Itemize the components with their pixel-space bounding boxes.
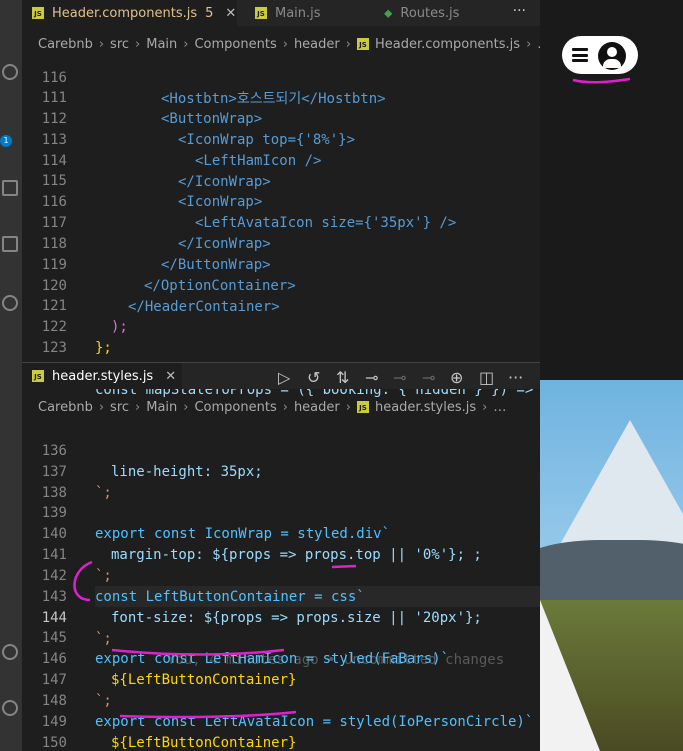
- code-line: 139 export const IconWrap = styled.div`: [22, 482, 540, 542]
- tab-label: header.styles.js: [52, 368, 154, 384]
- tab-label: Header.components.js: [52, 5, 198, 21]
- code-line: 142 const LeftButtonContainer = css`: [22, 545, 540, 605]
- code-line: 140 margin-top: ${props => props.top || …: [22, 503, 540, 563]
- code-line: 118 </ButtonWrap>: [22, 213, 540, 273]
- more-actions-icon[interactable]: ···: [513, 3, 526, 19]
- breadcrumb-item[interactable]: Carebnb: [38, 400, 93, 415]
- code-line: 113 <LeftHamIcon />: [22, 109, 540, 169]
- tab-label: Routes.js: [400, 5, 460, 21]
- code-line: 144 `; You, 4 minutes ago • Uncommitted …: [22, 587, 540, 668]
- code-line: 147 `;: [22, 649, 540, 709]
- code-line: 123: [22, 317, 540, 356]
- run-icon[interactable]: ▷: [278, 368, 290, 387]
- browser-preview: [540, 0, 683, 751]
- breadcrumb-item[interactable]: src: [110, 400, 129, 415]
- previous-change-icon[interactable]: ⊸: [393, 368, 406, 387]
- close-icon[interactable]: ✕: [225, 6, 236, 21]
- tab-header-styles[interactable]: JS header.styles.js ✕: [22, 363, 182, 389]
- code-line: 148 export const LeftAvataIcon = styled(…: [22, 670, 540, 730]
- js-file-icon: JS: [255, 7, 267, 19]
- user-menu-button[interactable]: [562, 36, 638, 74]
- code-line: 136 line-height: 35px;: [22, 420, 540, 480]
- remote-icon[interactable]: [2, 295, 18, 311]
- code-line: 116 <Hostbtn>호스트되기</Hostbtn>: [22, 47, 540, 107]
- more-actions-icon[interactable]: ···: [508, 368, 523, 387]
- extensions-icon[interactable]: [2, 236, 18, 252]
- git-compare-icon[interactable]: ⇅: [336, 368, 349, 387]
- bottom-breadcrumb: Carebnb › src › Main › Components › header › …: [38, 399, 507, 415]
- git-commit-icon[interactable]: ⊸: [365, 368, 378, 387]
- code-line: 120 </HeaderContainer>: [22, 255, 540, 315]
- code-line: 143 font-size: ${props => props.size || …: [22, 566, 540, 626]
- code-line: 150 `;: [22, 712, 540, 751]
- close-icon[interactable]: ✕: [165, 369, 176, 384]
- line-number: 150: [41, 735, 67, 751]
- breadcrumb-item[interactable]: Components: [194, 400, 276, 415]
- code-line: 112 <IconWrap top={'8%'}>: [22, 88, 540, 148]
- breadcrumb-item[interactable]: header: [294, 400, 340, 415]
- problem-count: 5: [205, 5, 214, 21]
- person-circle-icon: [598, 42, 626, 70]
- tab-header-components[interactable]: JS Header.components.js 5 ✕: [22, 0, 237, 26]
- tent-photo: [540, 600, 600, 751]
- js-file-icon: JS: [356, 401, 369, 413]
- breadcrumb-item[interactable]: …: [493, 400, 506, 415]
- code-line: 111 <ButtonWrap>: [22, 67, 540, 127]
- run-debug-icon[interactable]: [2, 180, 18, 196]
- code-text: ${LeftButtonContainer}: [111, 735, 297, 751]
- next-change-icon[interactable]: ⊸: [422, 368, 435, 387]
- code-line: 146 ${LeftButtonContainer}: [22, 628, 540, 688]
- breadcrumb-item[interactable]: Main: [146, 400, 177, 415]
- code-line: 115 <IconWrap>: [22, 150, 540, 210]
- timeline-icon[interactable]: ⊕: [450, 368, 463, 387]
- code-line: 116 <LeftAvataIcon size={'35px'} />: [22, 171, 540, 231]
- code-line: 141 `;: [22, 524, 540, 584]
- code-line: 121 );: [22, 275, 540, 335]
- source-control-badge: 1: [0, 135, 12, 147]
- history-icon[interactable]: ↺: [307, 368, 320, 387]
- code-line: 124 const mapStateToProps = ({ booking: …: [22, 338, 540, 398]
- tab-routes[interactable]: ⬥ Routes.js: [374, 0, 494, 26]
- routes-file-icon: ⬥: [384, 5, 393, 20]
- breadcrumb-item[interactable]: header.styles.js: [375, 400, 476, 415]
- editor-area: JS Header.components.js 5 ✕ JS Main.js ⬥…: [22, 0, 540, 751]
- hamburger-icon: [572, 48, 588, 62]
- code-line: 137 `;: [22, 441, 540, 501]
- top-tab-bar: JS Header.components.js 5 ✕ JS Main.js ⬥…: [22, 0, 540, 26]
- tab-main[interactable]: JS Main.js: [245, 0, 365, 26]
- code-line: 122 };: [22, 296, 540, 356]
- activity-bar: 1: [0, 0, 22, 751]
- code-line: 145 export const LeftHamIcon = styled(Fa…: [22, 607, 540, 667]
- js-file-icon: JS: [32, 370, 44, 382]
- mountain-base-photo: [540, 540, 683, 600]
- code-line: 119 </OptionContainer>: [22, 234, 540, 294]
- code-line: 114 </IconWrap>: [22, 130, 540, 190]
- settings-gear-icon[interactable]: [2, 700, 18, 716]
- account-icon[interactable]: [2, 644, 18, 660]
- code-line: 138: [22, 462, 540, 501]
- js-file-icon: JS: [32, 7, 44, 19]
- search-icon[interactable]: [2, 64, 18, 80]
- code-line: 117 </IconWrap>: [22, 192, 540, 252]
- split-editor-icon[interactable]: ◫: [479, 368, 494, 387]
- code-line: 149 ${LeftButtonContainer}: [22, 691, 540, 751]
- tab-label: Main.js: [275, 5, 321, 21]
